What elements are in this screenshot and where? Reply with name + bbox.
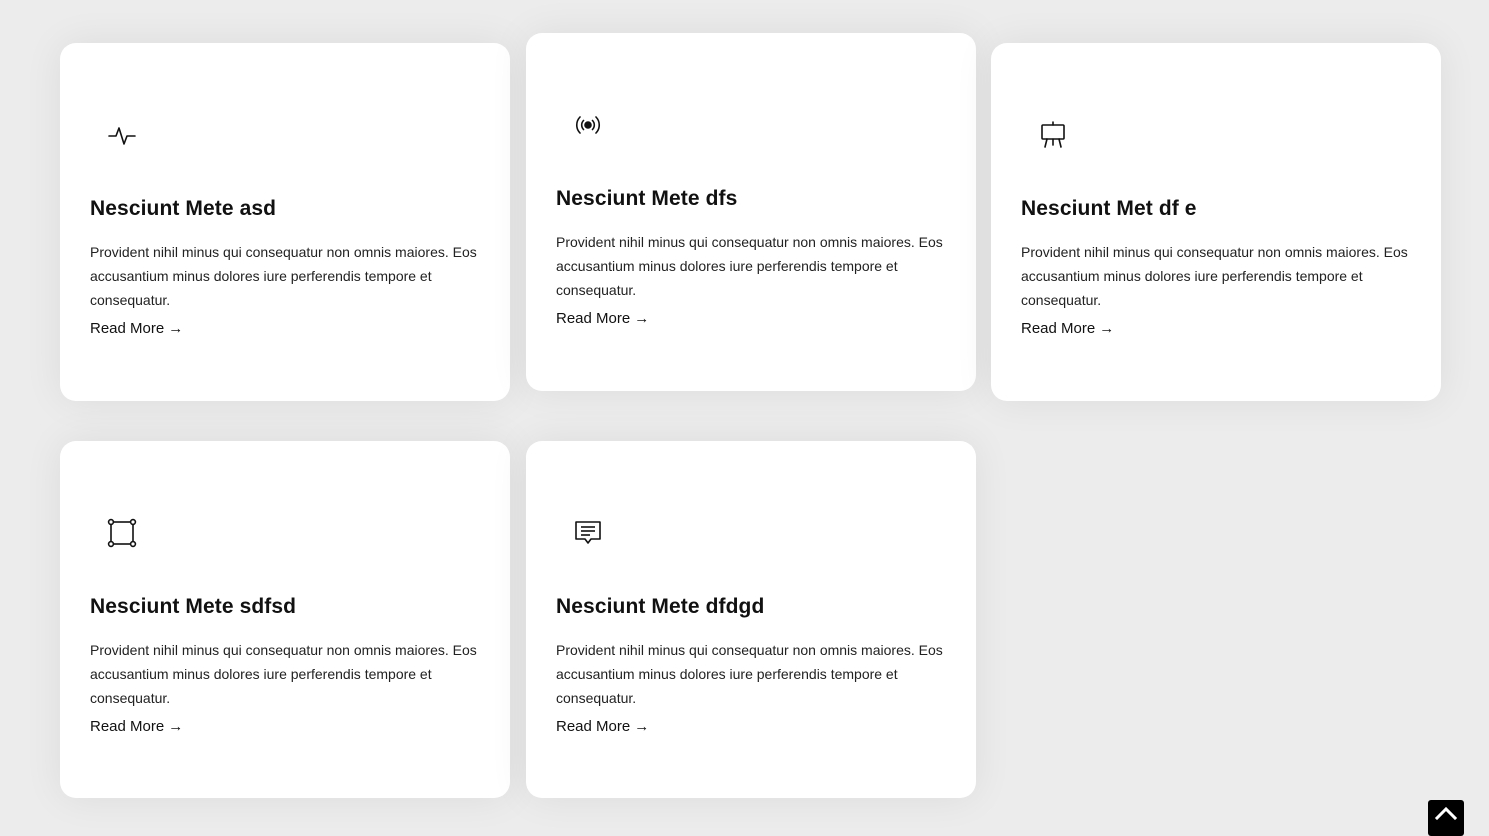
card-description: Provident nihil minus qui consequatur no… [90,642,477,706]
card-title: Nesciunt Mete dfs [556,187,738,210]
read-more-label: Read More [556,310,631,327]
card-title: Nesciunt Mete dfdgd [556,595,765,618]
card-description: Provident nihil minus qui consequatur no… [1021,244,1408,308]
easel-icon [1037,119,1069,151]
service-card: Nesciunt Mete dfdgd Provident nihil minu… [526,441,976,798]
chat-text-icon [572,517,604,549]
services-grid: Nesciunt Mete asd Provident nihil minus … [0,0,1489,822]
arrow-right-icon: → [1099,320,1115,337]
read-more-label: Read More [90,320,165,337]
chevron-up-icon [1434,806,1458,820]
arrow-right-icon: → [168,320,184,337]
activity-icon [106,119,138,151]
bounding-box-icon [106,517,138,549]
service-card: Nesciunt Mete dfs Provident nihil minus … [526,33,976,391]
card-description: Provident nihil minus qui consequatur no… [90,244,477,308]
card-title: Nesciunt Mete asd [90,197,277,220]
read-more-link[interactable]: Read More → [556,718,649,735]
read-more-label: Read More [1021,320,1096,337]
card-description: Provident nihil minus qui consequatur no… [556,234,943,298]
service-card: Nesciunt Mete asd Provident nihil minus … [60,43,510,401]
service-card: Nesciunt Met df e Provident nihil minus … [991,43,1441,401]
read-more-label: Read More [90,718,165,735]
read-more-label: Read More [556,718,631,735]
read-more-link[interactable]: Read More → [90,718,183,735]
read-more-link[interactable]: Read More → [1021,320,1114,337]
arrow-right-icon: → [168,718,184,735]
broadcast-icon [572,109,604,141]
read-more-link[interactable]: Read More → [556,310,649,327]
scroll-top-button[interactable] [1428,800,1464,836]
arrow-right-icon: → [634,718,650,735]
card-title: Nesciunt Met df e [1021,197,1197,220]
arrow-right-icon: → [634,310,650,327]
service-card: Nesciunt Mete sdfsd Provident nihil minu… [60,441,510,798]
read-more-link[interactable]: Read More → [90,320,183,337]
card-title: Nesciunt Mete sdfsd [90,595,297,618]
card-description: Provident nihil minus qui consequatur no… [556,642,943,706]
